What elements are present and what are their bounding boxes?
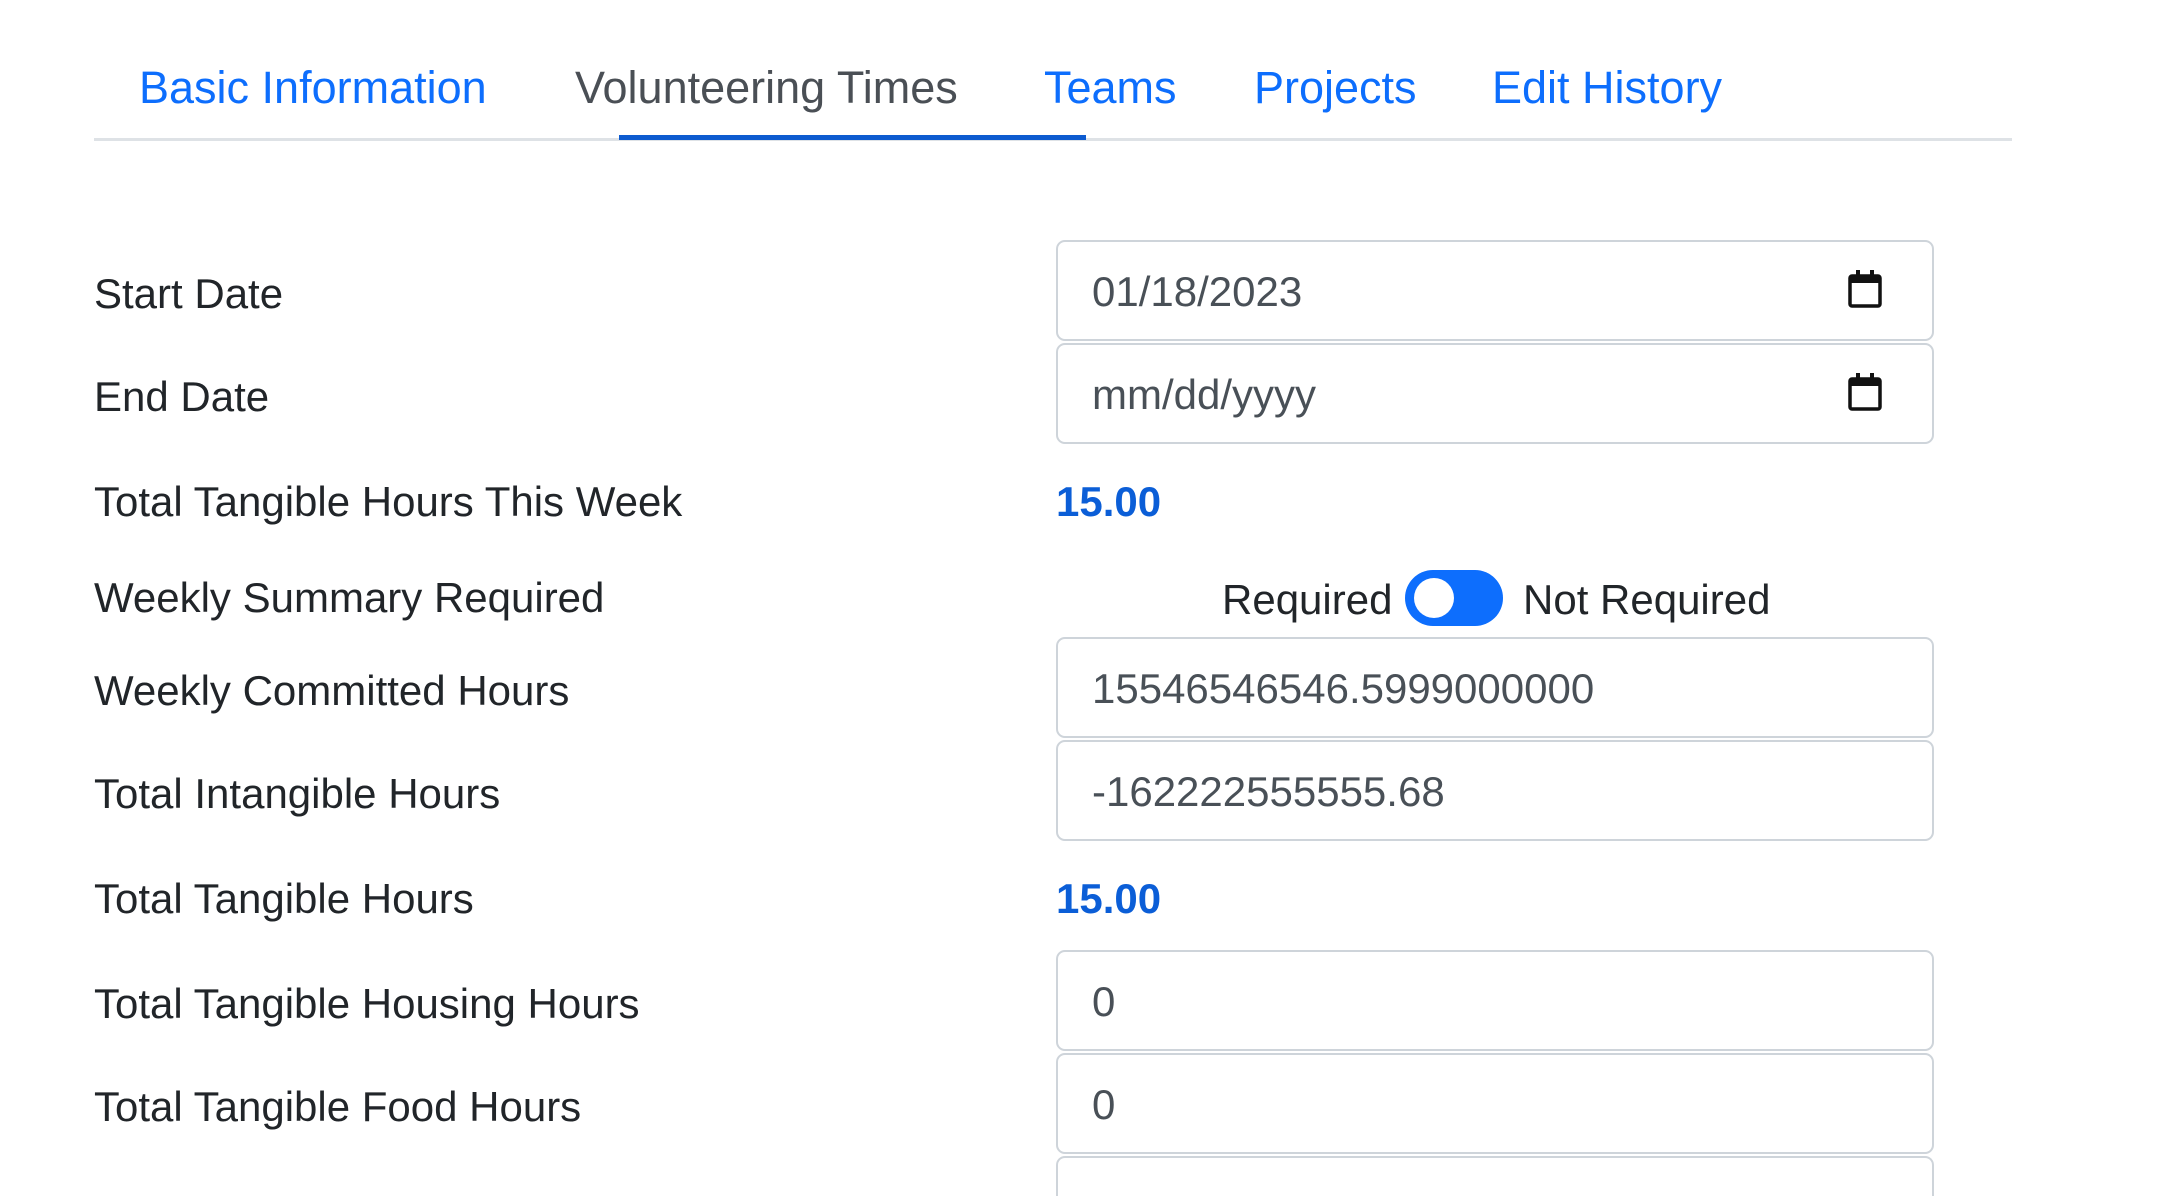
food-hours-input[interactable]: 0 — [1056, 1053, 1934, 1154]
intangible-value: -162222555555.68 — [1092, 768, 1445, 815]
start-date-value: 01/18/2023 — [1092, 268, 1303, 315]
food-hours-label: Total Tangible Food Hours — [94, 1083, 582, 1130]
toggle-required-label: Required — [1222, 576, 1393, 623]
intangible-input[interactable]: -162222555555.68 — [1056, 740, 1934, 841]
tab-edit-history[interactable]: Edit History — [1492, 62, 1722, 114]
weekly-committed-value: 15546546546.5999000000 — [1092, 665, 1595, 712]
end-date-input[interactable]: mm/dd/yyyy — [1056, 343, 1934, 444]
calendar-icon[interactable] — [1848, 373, 1882, 411]
intangible-label: Total Intangible Hours — [94, 770, 501, 817]
tangible-total-label: Total Tangible Hours — [94, 875, 474, 922]
housing-hours-label: Total Tangible Housing Hours — [94, 980, 640, 1027]
tab-projects[interactable]: Projects — [1254, 62, 1417, 114]
housing-hours-input[interactable]: 0 — [1056, 950, 1934, 1051]
weekly-summary-label: Weekly Summary Required — [94, 574, 605, 621]
profile-tabs: Basic Information Volunteering Times Tea… — [94, 0, 2012, 141]
start-date-input[interactable]: 01/18/2023 — [1056, 240, 1934, 341]
tab-volunteering-times[interactable]: Volunteering Times — [575, 62, 958, 114]
end-date-placeholder: mm/dd/yyyy — [1092, 371, 1317, 418]
tangible-total-value: 15.00 — [1056, 875, 1162, 922]
toggle-not-required-label: Not Required — [1523, 576, 1771, 623]
next-field-input[interactable] — [1056, 1156, 1934, 1196]
tangible-this-week-label: Total Tangible Hours This Week — [94, 478, 683, 525]
housing-hours-value: 0 — [1092, 978, 1116, 1025]
tab-basic-information[interactable]: Basic Information — [139, 62, 487, 114]
tangible-this-week-value: 15.00 — [1056, 478, 1162, 525]
weekly-summary-switch[interactable] — [1405, 570, 1503, 626]
weekly-committed-input[interactable]: 15546546546.5999000000 — [1056, 637, 1934, 738]
start-date-label: Start Date — [94, 270, 284, 317]
active-tab-indicator — [619, 135, 1086, 140]
switch-knob — [1414, 578, 1454, 618]
calendar-icon[interactable] — [1848, 270, 1882, 308]
end-date-label: End Date — [94, 373, 270, 420]
food-hours-value: 0 — [1092, 1081, 1116, 1128]
tab-teams[interactable]: Teams — [1044, 62, 1177, 114]
weekly-committed-label: Weekly Committed Hours — [94, 667, 570, 714]
